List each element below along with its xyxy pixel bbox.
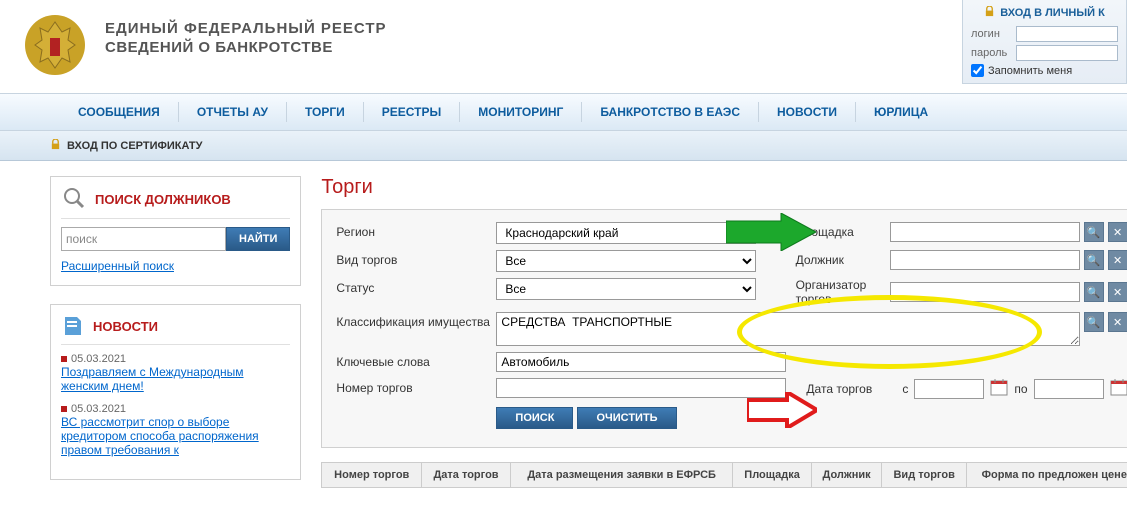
organizer-clear-button[interactable]: ✕ (1108, 282, 1127, 302)
remember-checkbox[interactable] (971, 64, 984, 77)
platform-lookup-button[interactable]: 🔍 (1084, 222, 1104, 242)
magnifier-icon: 🔍 (1087, 316, 1101, 329)
close-icon: ✕ (1113, 226, 1122, 239)
news-title: НОВОСТИ (93, 319, 158, 334)
filter-panel: Регион Краснодарский край Площадка 🔍 ✕ В… (321, 209, 1127, 448)
col-posted[interactable]: Дата размещения заявки в ЕФРСБ (510, 463, 732, 488)
password-input[interactable] (1016, 45, 1118, 61)
nav-item-messages[interactable]: СООБЩЕНИЯ (60, 102, 179, 122)
magnifier-icon: 🔍 (1087, 226, 1101, 239)
login-panel: ВХОД В ЛИЧНЫЙ К логин пароль Запомнить м… (962, 0, 1127, 84)
debtor-input[interactable] (890, 250, 1080, 270)
classification-lookup-button[interactable]: 🔍 (1084, 312, 1104, 332)
cert-login-bar: ВХОД ПО СЕРТИФИКАТУ (0, 131, 1127, 161)
newspaper-icon (61, 313, 85, 340)
col-form[interactable]: Форма по предложен цене (967, 463, 1127, 488)
debtor-lookup-button[interactable]: 🔍 (1084, 250, 1104, 270)
number-input[interactable] (496, 378, 786, 398)
debtor-search-input[interactable] (61, 227, 226, 251)
advanced-search-link[interactable]: Расширенный поиск (61, 259, 174, 273)
password-label: пароль (971, 47, 1016, 59)
classification-textarea[interactable]: СРЕДСТВА ТРАНСПОРТНЫЕ (496, 312, 1079, 346)
find-button[interactable]: НАЙТИ (226, 227, 290, 251)
lock-icon (50, 139, 61, 153)
date-to-input[interactable] (1034, 379, 1104, 399)
date-label: Дата торгов (806, 382, 896, 396)
emblem-icon (20, 10, 105, 83)
col-date[interactable]: Дата торгов (422, 463, 511, 488)
results-table: Номер торгов Дата торгов Дата размещения… (321, 462, 1127, 488)
magnifier-icon: 🔍 (1087, 286, 1101, 299)
news-panel: НОВОСТИ 05.03.2021 Поздравляем с Междуна… (50, 304, 301, 480)
site-title-line1: ЕДИНЫЙ ФЕДЕРАЛЬНЫЙ РЕЕСТР (105, 20, 387, 37)
nav-item-monitoring[interactable]: МОНИТОРИНГ (460, 102, 582, 122)
page-title: Торги (321, 176, 1127, 199)
nav-item-registries[interactable]: РЕЕСТРЫ (364, 102, 460, 122)
close-icon: ✕ (1113, 286, 1122, 299)
news-date: 05.03.2021 (71, 353, 126, 365)
cert-login-link[interactable]: ВХОД ПО СЕРТИФИКАТУ (50, 139, 202, 153)
site-title-line2: СВЕДЕНИЙ О БАНКРОТСТВЕ (105, 39, 387, 56)
debtor-search-title: ПОИСК ДОЛЖНИКОВ (95, 192, 231, 207)
search-button[interactable]: ПОИСК (496, 407, 573, 429)
classification-label: Классификация имущества (336, 312, 496, 329)
type-label: Вид торгов (336, 250, 496, 267)
magnifier-icon: 🔍 (1087, 254, 1101, 267)
login-header: ВХОД В ЛИЧНЫЙ К (1000, 7, 1105, 19)
news-date: 05.03.2021 (71, 403, 126, 415)
green-arrow-annotation-icon (726, 213, 816, 254)
status-select[interactable]: Все (496, 278, 756, 300)
col-type[interactable]: Вид торгов (882, 463, 967, 488)
debtor-clear-button[interactable]: ✕ (1108, 250, 1127, 270)
nav-item-eaes[interactable]: БАНКРОТСТВО В ЕАЭС (582, 102, 759, 122)
platform-clear-button[interactable]: ✕ (1108, 222, 1127, 242)
nav-item-legal[interactable]: ЮРЛИЦА (856, 102, 946, 122)
cert-login-label: ВХОД ПО СЕРТИФИКАТУ (67, 140, 202, 152)
date-to-label: по (1014, 382, 1027, 396)
bullet-icon (61, 356, 67, 362)
debtor-search-panel: ПОИСК ДОЛЖНИКОВ НАЙТИ Расширенный поиск (50, 176, 301, 286)
close-icon: ✕ (1113, 316, 1122, 329)
region-label: Регион (336, 222, 496, 239)
status-label: Статус (336, 278, 496, 295)
bullet-icon (61, 406, 67, 412)
col-platform[interactable]: Площадка (733, 463, 812, 488)
page-header: ЕДИНЫЙ ФЕДЕРАЛЬНЫЙ РЕЕСТР СВЕДЕНИЙ О БАН… (0, 0, 1127, 93)
nav-item-news[interactable]: НОВОСТИ (759, 102, 856, 122)
remember-label: Запомнить меня (988, 65, 1072, 77)
region-select[interactable]: Краснодарский край (496, 222, 756, 244)
platform-input[interactable] (890, 222, 1080, 242)
organizer-lookup-button[interactable]: 🔍 (1084, 282, 1104, 302)
organizer-input[interactable] (890, 282, 1080, 302)
lock-icon (984, 6, 995, 20)
clear-button[interactable]: ОЧИСТИТЬ (577, 407, 676, 429)
organizer-label: Организатор торгов (796, 278, 886, 306)
red-arrow-annotation-icon (747, 392, 817, 431)
main-nav: СООБЩЕНИЯ ОТЧЕТЫ АУ ТОРГИ РЕЕСТРЫ МОНИТО… (0, 93, 1127, 131)
news-link[interactable]: ВС рассмотрит спор о выборе кредитором с… (61, 415, 259, 457)
keywords-input[interactable] (496, 352, 786, 372)
classification-clear-button[interactable]: ✕ (1108, 312, 1127, 332)
type-select[interactable]: Все (496, 250, 756, 272)
col-number[interactable]: Номер торгов (322, 463, 422, 488)
nav-item-reports[interactable]: ОТЧЕТЫ АУ (179, 102, 287, 122)
news-link[interactable]: Поздравляем с Международным женским днем… (61, 365, 244, 393)
news-item: 05.03.2021 ВС рассмотрит спор о выборе к… (61, 403, 290, 457)
login-input[interactable] (1016, 26, 1118, 42)
magnifier-icon (61, 185, 87, 214)
debtor-label: Должник (796, 253, 886, 267)
close-icon: ✕ (1113, 254, 1122, 267)
news-item: 05.03.2021 Поздравляем с Международным ж… (61, 353, 290, 393)
nav-item-auctions[interactable]: ТОРГИ (287, 102, 364, 122)
calendar-icon[interactable] (990, 378, 1008, 399)
login-label: логин (971, 28, 1016, 40)
calendar-icon[interactable] (1110, 378, 1127, 399)
date-from-input[interactable] (914, 379, 984, 399)
number-label: Номер торгов (336, 378, 496, 395)
col-debtor[interactable]: Должник (811, 463, 881, 488)
date-from-label: с (902, 382, 908, 396)
keywords-label: Ключевые слова (336, 352, 496, 369)
